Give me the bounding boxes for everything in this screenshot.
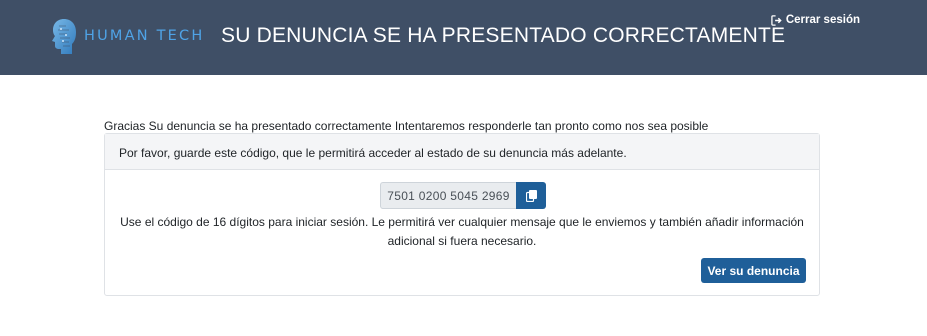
report-code-card: Por favor, guarde este código, que le pe… [104, 133, 820, 296]
copy-code-button[interactable] [516, 182, 546, 209]
copy-icon [525, 189, 537, 202]
view-report-button[interactable]: Ver su denuncia [701, 258, 806, 283]
card-header: Por favor, guarde este código, que le pe… [105, 134, 819, 170]
page-title: SU DENUNCIA SE HA PRESENTADO CORRECTAMEN… [221, 24, 786, 47]
code-input-group: 7501 0200 5045 2969 [380, 182, 546, 209]
logout-label: Cerrar sesión [785, 14, 860, 26]
logo: HUMAN TECH [50, 17, 204, 55]
logo-text: HUMAN TECH [84, 28, 205, 44]
report-code-field[interactable]: 7501 0200 5045 2969 [380, 182, 516, 209]
human-profile-logo-icon [52, 19, 76, 54]
code-help-line-2: adicional si fuera necesario. [387, 234, 537, 248]
logout-button[interactable]: Cerrar sesión [771, 14, 860, 26]
sign-out-icon [771, 14, 782, 26]
thanks-message: Gracias Su denuncia se ha presentado cor… [104, 119, 709, 133]
code-help-line-1: Use el código de 16 dígitos para iniciar… [120, 215, 804, 229]
code-help-text: Use el código de 16 dígitos para iniciar… [119, 213, 805, 251]
top-header: HUMAN TECH SU DENUNCIA SE HA PRESENTADO … [0, 0, 927, 75]
